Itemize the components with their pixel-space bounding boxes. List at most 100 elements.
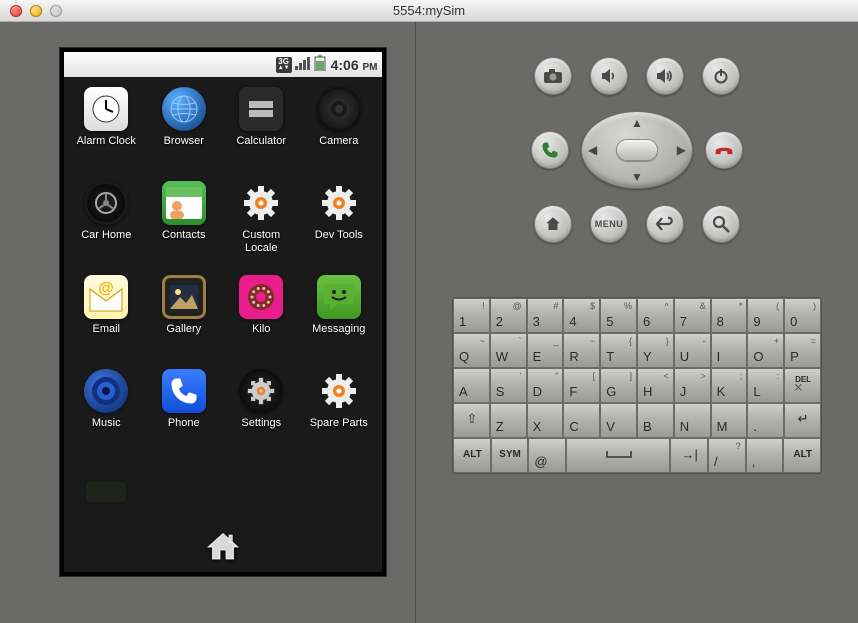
key-1[interactable]: 1! [453, 298, 490, 333]
app-label: Music [92, 417, 121, 430]
key-6[interactable]: 6^ [637, 298, 674, 333]
app-label: Settings [241, 417, 281, 430]
key-z[interactable]: Z [490, 403, 527, 438]
hw-volume-up-button[interactable] [646, 57, 684, 95]
key-p[interactable]: P= [784, 333, 821, 368]
key-alt[interactable]: ALT [453, 438, 491, 473]
key-x[interactable]: X [527, 403, 564, 438]
key-/[interactable]: /? [708, 438, 746, 473]
key-r[interactable]: R− [563, 333, 600, 368]
hw-menu-button[interactable]: MENU [590, 205, 628, 243]
key-t[interactable]: T{ [600, 333, 637, 368]
key-g[interactable]: G] [600, 368, 637, 403]
app-gallery[interactable]: Gallery [145, 275, 223, 369]
app-partial[interactable] [68, 470, 146, 518]
app-label: Phone [168, 417, 200, 430]
key-8[interactable]: 8* [711, 298, 748, 333]
key-v[interactable]: V [600, 403, 637, 438]
hw-end-call-button[interactable] [705, 131, 743, 169]
key-q[interactable]: Q~ [453, 333, 490, 368]
home-button[interactable] [205, 529, 241, 570]
hw-back-button[interactable] [646, 205, 684, 243]
hw-call-button[interactable] [531, 131, 569, 169]
dpad-up[interactable]: ▲ [631, 116, 643, 130]
app-custom-locale[interactable]: Custom Locale [223, 181, 301, 275]
dpad-down[interactable]: ▼ [631, 170, 643, 184]
app-messaging[interactable]: Messaging [300, 275, 378, 369]
key-w[interactable]: W` [490, 333, 527, 368]
hw-search-button[interactable] [702, 205, 740, 243]
key-d[interactable]: D" [527, 368, 564, 403]
android-statusbar[interactable]: 3G▲▼ 4:06 PM [64, 52, 382, 77]
key-s[interactable]: S' [490, 368, 527, 403]
app-email[interactable]: @Email [68, 275, 146, 369]
app-alarm-clock[interactable]: Alarm Clock [68, 87, 146, 181]
gear-icon [317, 181, 361, 225]
key-n[interactable]: N [674, 403, 711, 438]
key-↵[interactable]: ↵ [784, 403, 821, 438]
app-dev-tools[interactable]: Dev Tools [300, 181, 378, 275]
hw-home-button[interactable] [534, 205, 572, 243]
key-j[interactable]: J> [674, 368, 711, 403]
key-⇧[interactable]: ⇧ [453, 403, 490, 438]
key-o[interactable]: O+ [747, 333, 784, 368]
key-,[interactable]: , [746, 438, 784, 473]
key-→|[interactable]: →| [670, 438, 708, 473]
emulator-controls-pane: ▲ ▼ ◀ ▶ MENU 1!2@3#4$5%6^7&8*9(0) Q~W`E_R… [415, 22, 858, 623]
app-car-home[interactable]: Car Home [68, 181, 146, 275]
device-screen[interactable]: 3G▲▼ 4:06 PM Alarm ClockBrowserCalculato… [64, 52, 382, 572]
key-c[interactable]: C [563, 403, 600, 438]
key-9[interactable]: 9( [747, 298, 784, 333]
key-0[interactable]: 0) [784, 298, 821, 333]
key-.[interactable]: . [747, 403, 784, 438]
hw-volume-down-button[interactable] [590, 57, 628, 95]
key-del[interactable]: DEL⤬ [784, 368, 821, 403]
key-2[interactable]: 2@ [490, 298, 527, 333]
key-u[interactable]: U- [674, 333, 711, 368]
key-7[interactable]: 7& [674, 298, 711, 333]
dpad-right[interactable]: ▶ [677, 143, 686, 157]
key-5[interactable]: 5% [600, 298, 637, 333]
app-calculator[interactable]: Calculator [223, 87, 301, 181]
key-m[interactable]: M [711, 403, 748, 438]
app-label: Gallery [166, 323, 201, 336]
app-settings[interactable]: Settings [223, 369, 301, 463]
key-@[interactable]: @ [528, 438, 566, 473]
app-label: Contacts [162, 229, 205, 242]
hw-button-row-1 [534, 57, 740, 95]
app-kilo[interactable]: Kilo [223, 275, 301, 369]
key-h[interactable]: H< [637, 368, 674, 403]
device-bezel: 3G▲▼ 4:06 PM Alarm ClockBrowserCalculato… [59, 47, 387, 577]
messaging-icon [317, 275, 361, 319]
app-camera[interactable]: Camera [300, 87, 378, 181]
settings-icon [239, 369, 283, 413]
key-sym[interactable]: SYM [491, 438, 529, 473]
battery-icon [314, 55, 326, 74]
app-phone[interactable]: Phone [145, 369, 223, 463]
hw-camera-button[interactable] [534, 57, 572, 95]
key-i[interactable]: I [711, 333, 748, 368]
key-4[interactable]: 4$ [563, 298, 600, 333]
carhome-icon [84, 181, 128, 225]
app-music[interactable]: Music [68, 369, 146, 463]
key-space[interactable] [566, 438, 670, 473]
window-title: 5554:mySim [0, 3, 858, 18]
key-3[interactable]: 3# [527, 298, 564, 333]
key-y[interactable]: Y} [637, 333, 674, 368]
app-drawer-partial-row [64, 470, 382, 526]
key-b[interactable]: B [637, 403, 674, 438]
app-contacts[interactable]: Contacts [145, 181, 223, 275]
app-browser[interactable]: Browser [145, 87, 223, 181]
key-k[interactable]: K; [711, 368, 748, 403]
key-e[interactable]: E_ [527, 333, 564, 368]
key-alt[interactable]: ALT [783, 438, 821, 473]
dpad-left[interactable]: ◀ [588, 143, 597, 157]
key-f[interactable]: F[ [563, 368, 600, 403]
key-a[interactable]: A [453, 368, 490, 403]
key-l[interactable]: L: [747, 368, 784, 403]
app-spare-parts[interactable]: Spare Parts [300, 369, 378, 463]
signal-icon [295, 56, 311, 73]
app-label: Dev Tools [315, 229, 363, 242]
hw-power-button[interactable] [702, 57, 740, 95]
dpad-center[interactable] [616, 139, 658, 161]
